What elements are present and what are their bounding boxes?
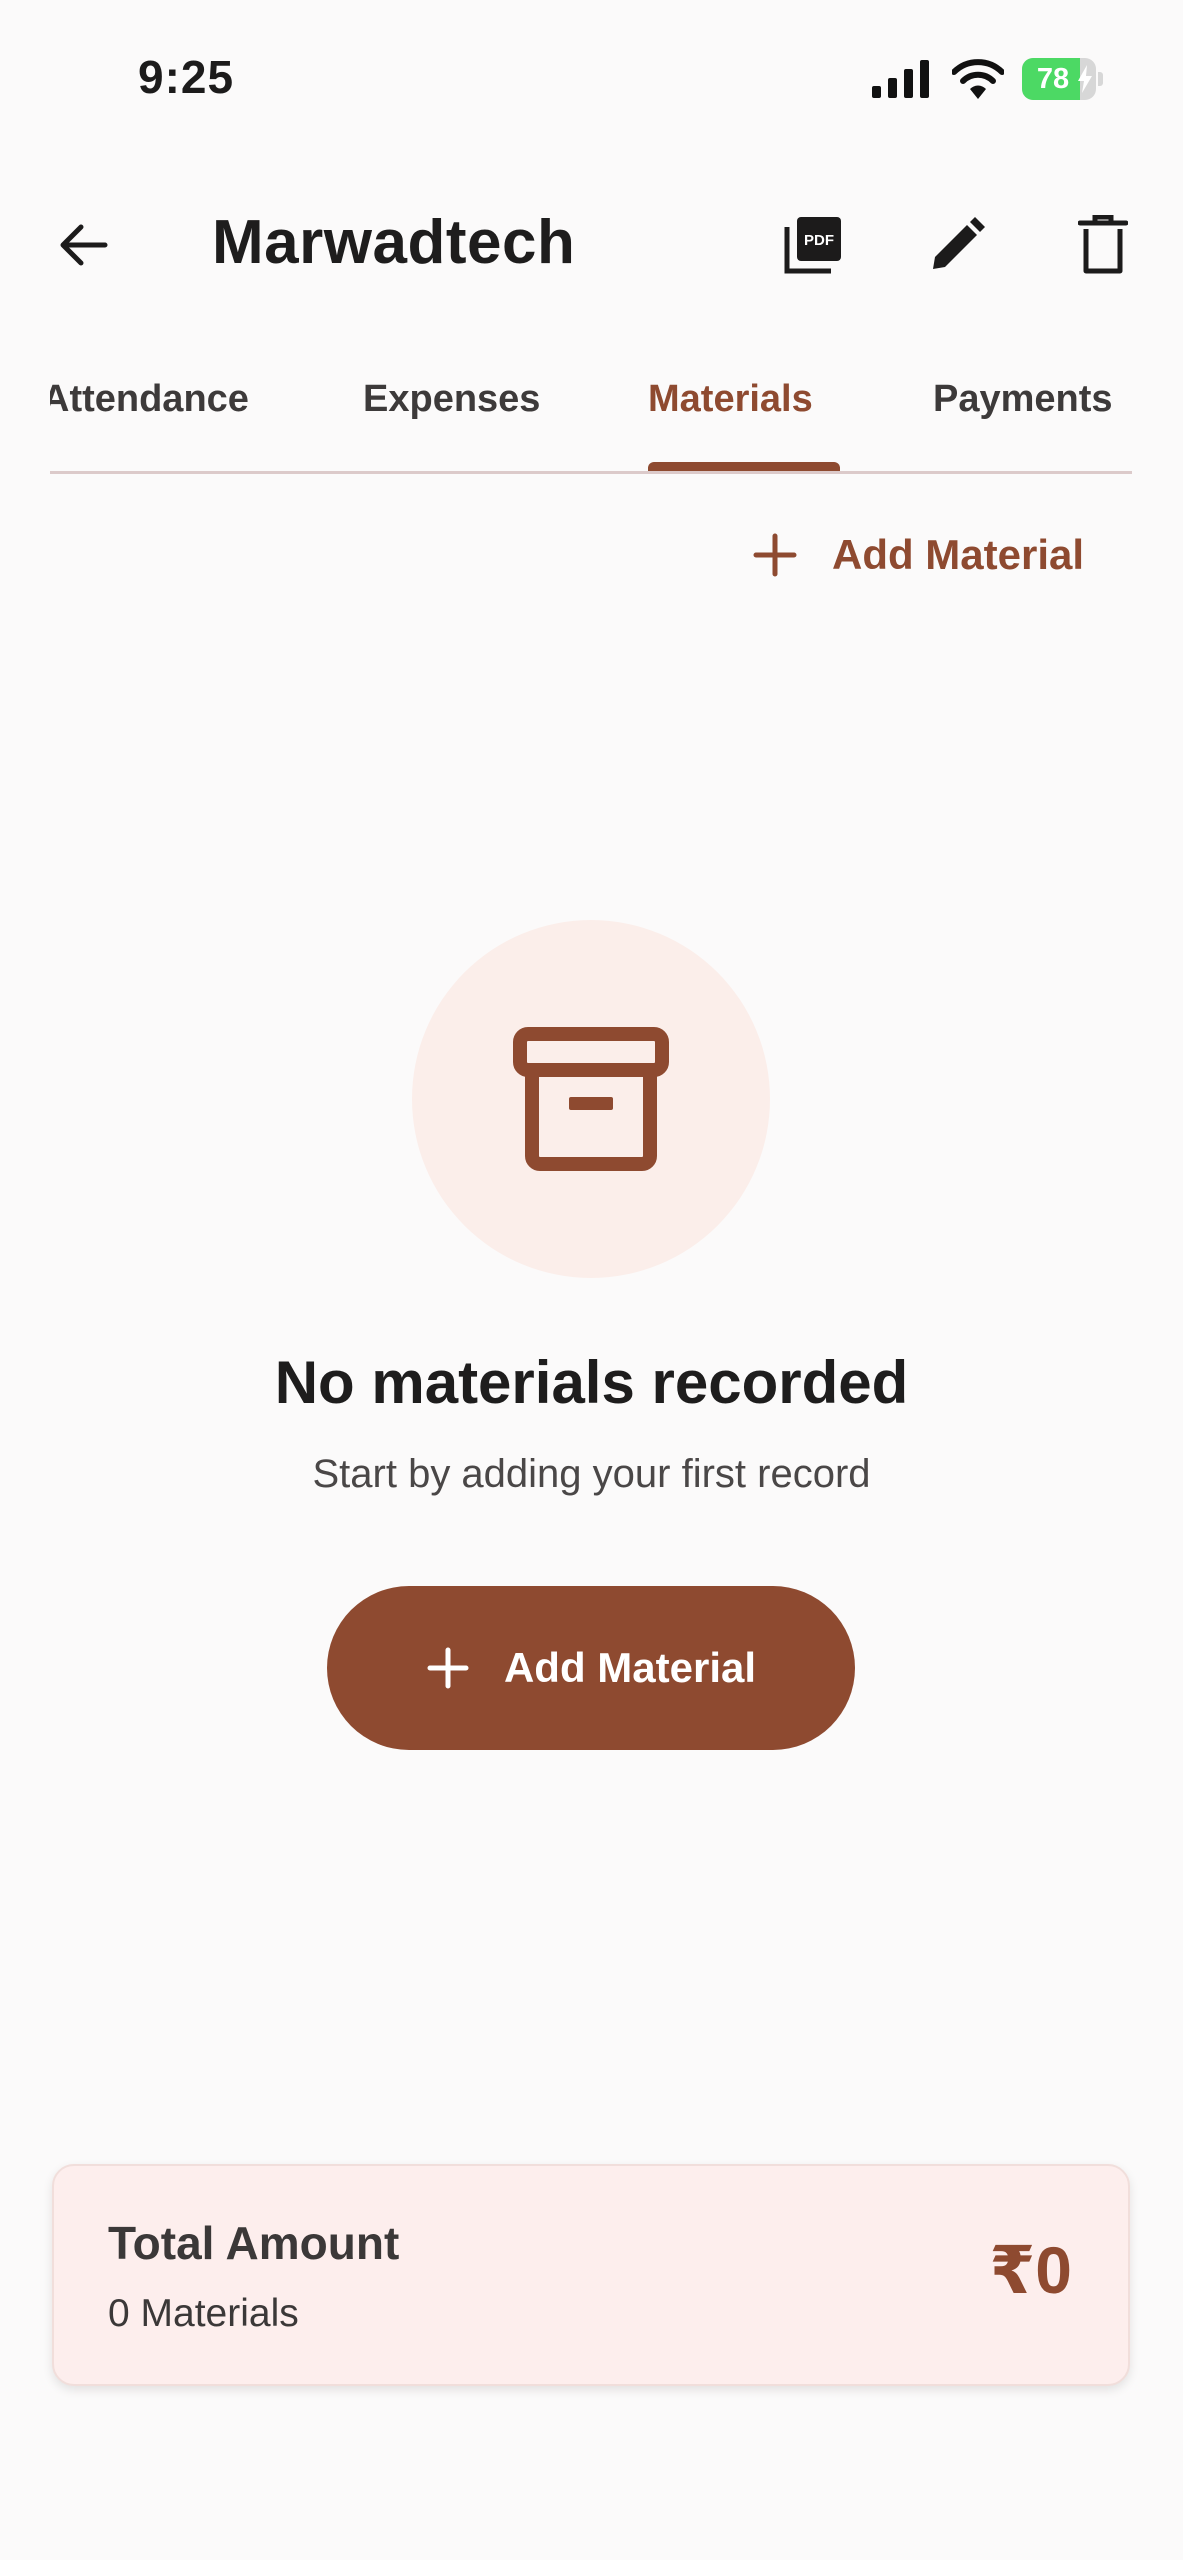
- battery-icon: 78: [1022, 58, 1103, 100]
- export-pdf-button[interactable]: PDF: [768, 200, 858, 290]
- plus-icon: [753, 533, 797, 577]
- tab-attendance[interactable]: Attendance: [50, 378, 249, 421]
- status-time: 9:25: [138, 51, 235, 103]
- svg-text:PDF: PDF: [804, 232, 834, 249]
- total-amount-value: ₹0: [989, 2233, 1072, 2307]
- tab-payments[interactable]: Payments: [933, 378, 1113, 421]
- materials-count: 0 Materials: [108, 2292, 299, 2335]
- empty-state-illustration: [412, 920, 770, 1278]
- page-title: Marwadtech: [212, 208, 576, 277]
- pdf-icon: PDF: [784, 217, 841, 274]
- total-amount-card: Total Amount 0 Materials ₹0: [52, 2164, 1130, 2386]
- battery-cap: [1098, 72, 1103, 86]
- battery-percent: 78: [1036, 63, 1070, 95]
- archive-box-icon: [513, 1027, 669, 1171]
- delete-button[interactable]: [1058, 200, 1148, 290]
- active-tab-indicator: [648, 462, 840, 471]
- materials-screen: 9:25 78 Marwadtech PDF Attendance Expens…: [0, 0, 1183, 2560]
- back-arrow-icon: [60, 224, 108, 266]
- plus-icon: [427, 1647, 469, 1689]
- edit-pencil-icon: [933, 217, 985, 269]
- total-amount-label: Total Amount: [108, 2217, 400, 2269]
- tab-bar: Attendance Expenses Materials Payments: [50, 350, 1132, 474]
- tab-expenses[interactable]: Expenses: [363, 378, 540, 421]
- charging-bolt-icon: [1078, 65, 1092, 93]
- add-material-link[interactable]: Add Material: [752, 520, 1084, 590]
- empty-state-subtitle: Start by adding your first record: [312, 1452, 871, 1496]
- delete-trash-icon: [1078, 215, 1128, 274]
- back-button[interactable]: [38, 200, 128, 290]
- empty-state-title: No materials recorded: [274, 1349, 909, 1416]
- edit-button[interactable]: [912, 200, 1002, 290]
- add-material-button-label: Add Material: [503, 1644, 757, 1691]
- signal-icon: [872, 60, 929, 98]
- status-bar: 9:25 78: [0, 0, 1183, 150]
- add-material-button[interactable]: Add Material: [327, 1586, 855, 1750]
- add-material-link-label: Add Material: [832, 531, 1085, 578]
- wifi-icon: [952, 59, 1004, 99]
- tab-materials[interactable]: Materials: [648, 378, 813, 421]
